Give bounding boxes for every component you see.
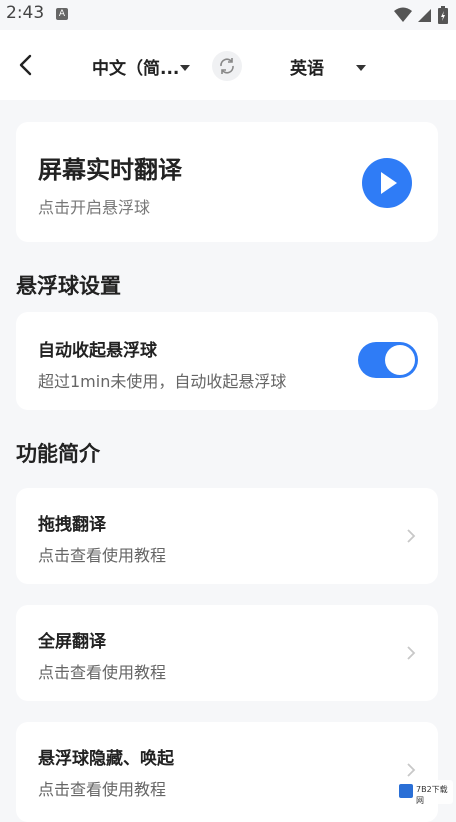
source-language-selector[interactable]: 中文（简... <box>92 54 179 79</box>
realtime-translate-card[interactable]: 屏幕实时翻译 点击开启悬浮球 <box>16 122 438 242</box>
top-bar: 中文（简... 英语 <box>0 30 456 100</box>
status-time: 2:43 <box>6 3 45 23</box>
back-arrow-icon[interactable] <box>14 53 38 77</box>
notification-icon: A <box>56 8 68 20</box>
feature-title: 全屏翻译 <box>38 632 106 652</box>
watermark-logo-icon <box>399 784 413 798</box>
feature-item-fullscreen-translate[interactable]: 全屏翻译 点击查看使用教程 <box>16 605 438 701</box>
battery-icon <box>438 6 448 24</box>
feature-item-hide-show-ball[interactable]: 悬浮球隐藏、唤起 点击查看使用教程 <box>16 722 438 822</box>
auto-collapse-subtitle: 超过1min未使用，自动收起悬浮球 <box>38 372 287 391</box>
status-icons <box>394 6 448 24</box>
feature-subtitle: 点击查看使用教程 <box>38 546 167 565</box>
floating-ball-settings-heading: 悬浮球设置 <box>16 274 121 298</box>
chevron-right-icon <box>407 646 416 660</box>
feature-subtitle: 点击查看使用教程 <box>38 780 167 799</box>
feature-title: 悬浮球隐藏、唤起 <box>38 749 174 769</box>
watermark-text: 7B2下载网 <box>416 785 448 805</box>
chevron-right-icon <box>407 529 416 543</box>
feature-title: 拖拽翻译 <box>38 515 106 535</box>
swap-languages-button[interactable] <box>212 51 242 81</box>
features-heading: 功能简介 <box>16 442 100 466</box>
chevron-down-icon[interactable] <box>356 65 366 71</box>
feature-item-drag-translate[interactable]: 拖拽翻译 点击查看使用教程 <box>16 488 438 584</box>
chevron-down-icon[interactable] <box>180 65 190 71</box>
feature-subtitle: 点击查看使用教程 <box>38 663 167 682</box>
play-button[interactable] <box>362 158 412 208</box>
auto-collapse-setting: 自动收起悬浮球 超过1min未使用，自动收起悬浮球 <box>16 312 438 410</box>
target-language-selector[interactable]: 英语 <box>290 54 324 79</box>
watermark: 7B2下载网 <box>397 780 453 805</box>
play-icon <box>381 172 397 194</box>
wifi-icon <box>394 7 412 22</box>
auto-collapse-title: 自动收起悬浮球 <box>38 341 157 361</box>
auto-collapse-toggle[interactable] <box>358 342 418 378</box>
chevron-right-icon <box>407 763 416 777</box>
realtime-title: 屏幕实时翻译 <box>38 156 182 184</box>
status-bar: 2:43 A <box>0 0 456 30</box>
swap-icon <box>220 58 234 74</box>
realtime-subtitle: 点击开启悬浮球 <box>38 198 151 217</box>
toggle-knob <box>385 345 415 375</box>
signal-icon <box>418 9 431 22</box>
